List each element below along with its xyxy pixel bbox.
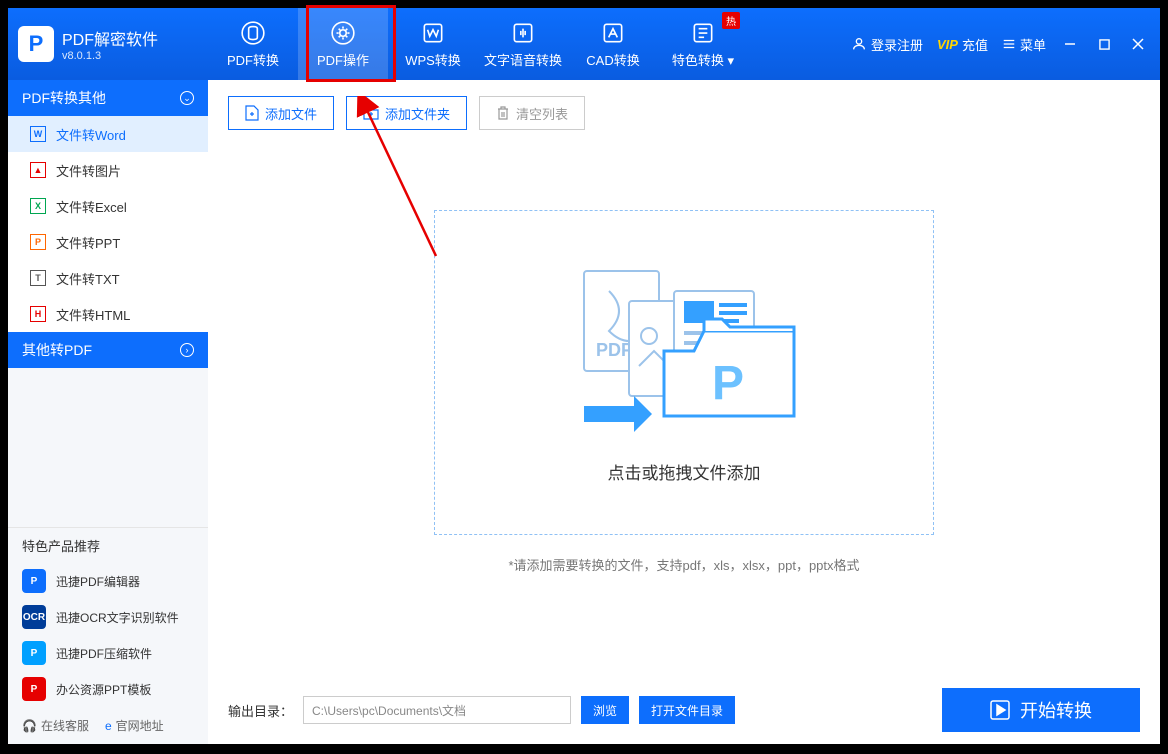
cad-icon xyxy=(600,20,626,46)
online-service-link[interactable]: 🎧在线客服 xyxy=(22,717,89,734)
headset-icon: 🎧 xyxy=(22,719,37,733)
close-icon xyxy=(1132,38,1144,50)
promo-icon: P xyxy=(22,569,46,593)
hot-badge: 热 xyxy=(722,12,740,29)
play-icon xyxy=(990,700,1010,720)
promo-ppt-templates[interactable]: P办公资源PPT模板 xyxy=(8,671,208,707)
output-label: 输出目录： xyxy=(228,701,293,720)
promo-title: 特色产品推荐 xyxy=(8,527,208,563)
minimize-icon xyxy=(1064,38,1076,50)
sidebar-item-to-txt[interactable]: T文件转TXT xyxy=(8,260,208,296)
ppt-icon: P xyxy=(30,234,46,250)
promo-ocr[interactable]: OCR迅捷OCR文字识别软件 xyxy=(8,599,208,635)
html-icon: H xyxy=(30,306,46,322)
svg-text:PDF: PDF xyxy=(596,340,632,360)
file-plus-icon xyxy=(245,105,259,121)
audio-icon xyxy=(510,20,536,46)
start-convert-button[interactable]: 开始转换 xyxy=(942,688,1140,732)
add-file-button[interactable]: 添加文件 xyxy=(228,96,334,130)
txt-icon: T xyxy=(30,270,46,286)
nav-tab-wps-convert[interactable]: WPS转换 xyxy=(388,8,478,80)
minimize-button[interactable] xyxy=(1060,34,1080,54)
user-icon xyxy=(851,36,867,52)
add-folder-button[interactable]: 添加文件夹 xyxy=(346,96,467,130)
sidebar-category-other-to-pdf[interactable]: 其他转PDF › xyxy=(8,332,208,368)
globe-icon: e xyxy=(105,719,112,733)
nav-tab-pdf-convert[interactable]: PDF转换 xyxy=(208,8,298,80)
promo-icon: P xyxy=(22,641,46,665)
main-area: 添加文件 添加文件夹 清空列表 PDF xyxy=(208,80,1160,744)
vip-button[interactable]: VIP充值 xyxy=(937,35,988,54)
nav-tab-pdf-operate[interactable]: PDF操作 xyxy=(298,8,388,80)
browse-button[interactable]: 浏览 xyxy=(581,696,629,724)
chevron-down-icon: ⌄ xyxy=(180,91,194,105)
output-path-input[interactable] xyxy=(303,696,571,724)
trash-icon xyxy=(496,106,510,120)
promo-icon: OCR xyxy=(22,605,46,629)
login-button[interactable]: 登录注册 xyxy=(851,35,923,54)
drop-zone[interactable]: PDF P 点击 xyxy=(434,210,934,535)
clear-list-button[interactable]: 清空列表 xyxy=(479,96,585,130)
maximize-icon xyxy=(1099,39,1110,50)
close-button[interactable] xyxy=(1128,34,1148,54)
drop-hint: *请添加需要转换的文件，支持pdf，xls，xlsx，ppt，pptx格式 xyxy=(228,555,1140,574)
promo-icon: P xyxy=(22,677,46,701)
folder-plus-icon xyxy=(363,106,379,120)
wps-icon xyxy=(420,20,446,46)
drop-text: 点击或拖拽文件添加 xyxy=(608,459,761,484)
title-bar: P PDF解密软件 v8.0.1.3 PDF转换 PDF操作 WPS转换 文字语… xyxy=(8,8,1160,80)
nav-tabs: PDF转换 PDF操作 WPS转换 文字语音转换 CAD转换 特色转换 ▾ xyxy=(208,8,748,80)
nav-tab-special-convert[interactable]: 特色转换 ▾ 热 xyxy=(658,8,748,80)
promo-pdf-editor[interactable]: P迅捷PDF编辑器 xyxy=(8,563,208,599)
menu-button[interactable]: 菜单 xyxy=(1002,35,1046,54)
app-logo-icon: P xyxy=(18,26,54,62)
word-icon: W xyxy=(30,126,46,142)
open-dir-button[interactable]: 打开文件目录 xyxy=(639,696,735,724)
sidebar: PDF转换其他 ⌄ W文件转Word ▲文件转图片 X文件转Excel P文件转… xyxy=(8,80,208,744)
special-icon xyxy=(690,20,716,46)
sidebar-item-to-ppt[interactable]: P文件转PPT xyxy=(8,224,208,260)
maximize-button[interactable] xyxy=(1094,34,1114,54)
official-website-link[interactable]: e官网地址 xyxy=(105,717,164,734)
drop-graphic-icon: PDF P xyxy=(554,261,814,441)
nav-tab-text-voice[interactable]: 文字语音转换 xyxy=(478,8,568,80)
menu-icon xyxy=(1002,37,1016,51)
logo-area: P PDF解密软件 v8.0.1.3 xyxy=(8,8,208,80)
convert-icon xyxy=(240,20,266,46)
sidebar-item-to-word[interactable]: W文件转Word xyxy=(8,116,208,152)
excel-icon: X xyxy=(30,198,46,214)
promo-pdf-compress[interactable]: P迅捷PDF压缩软件 xyxy=(8,635,208,671)
gear-icon xyxy=(330,20,356,46)
nav-tab-cad-convert[interactable]: CAD转换 xyxy=(568,8,658,80)
sidebar-item-to-image[interactable]: ▲文件转图片 xyxy=(8,152,208,188)
svg-text:P: P xyxy=(712,357,744,410)
app-version: v8.0.1.3 xyxy=(62,50,158,62)
chevron-right-icon: › xyxy=(180,343,194,357)
sidebar-item-to-html[interactable]: H文件转HTML xyxy=(8,296,208,332)
sidebar-item-to-excel[interactable]: X文件转Excel xyxy=(8,188,208,224)
app-title: PDF解密软件 xyxy=(62,26,158,50)
top-right-controls: 登录注册 VIP充值 菜单 xyxy=(851,8,1160,80)
image-icon: ▲ xyxy=(30,162,46,178)
sidebar-category-pdf-to-other[interactable]: PDF转换其他 ⌄ xyxy=(8,80,208,116)
